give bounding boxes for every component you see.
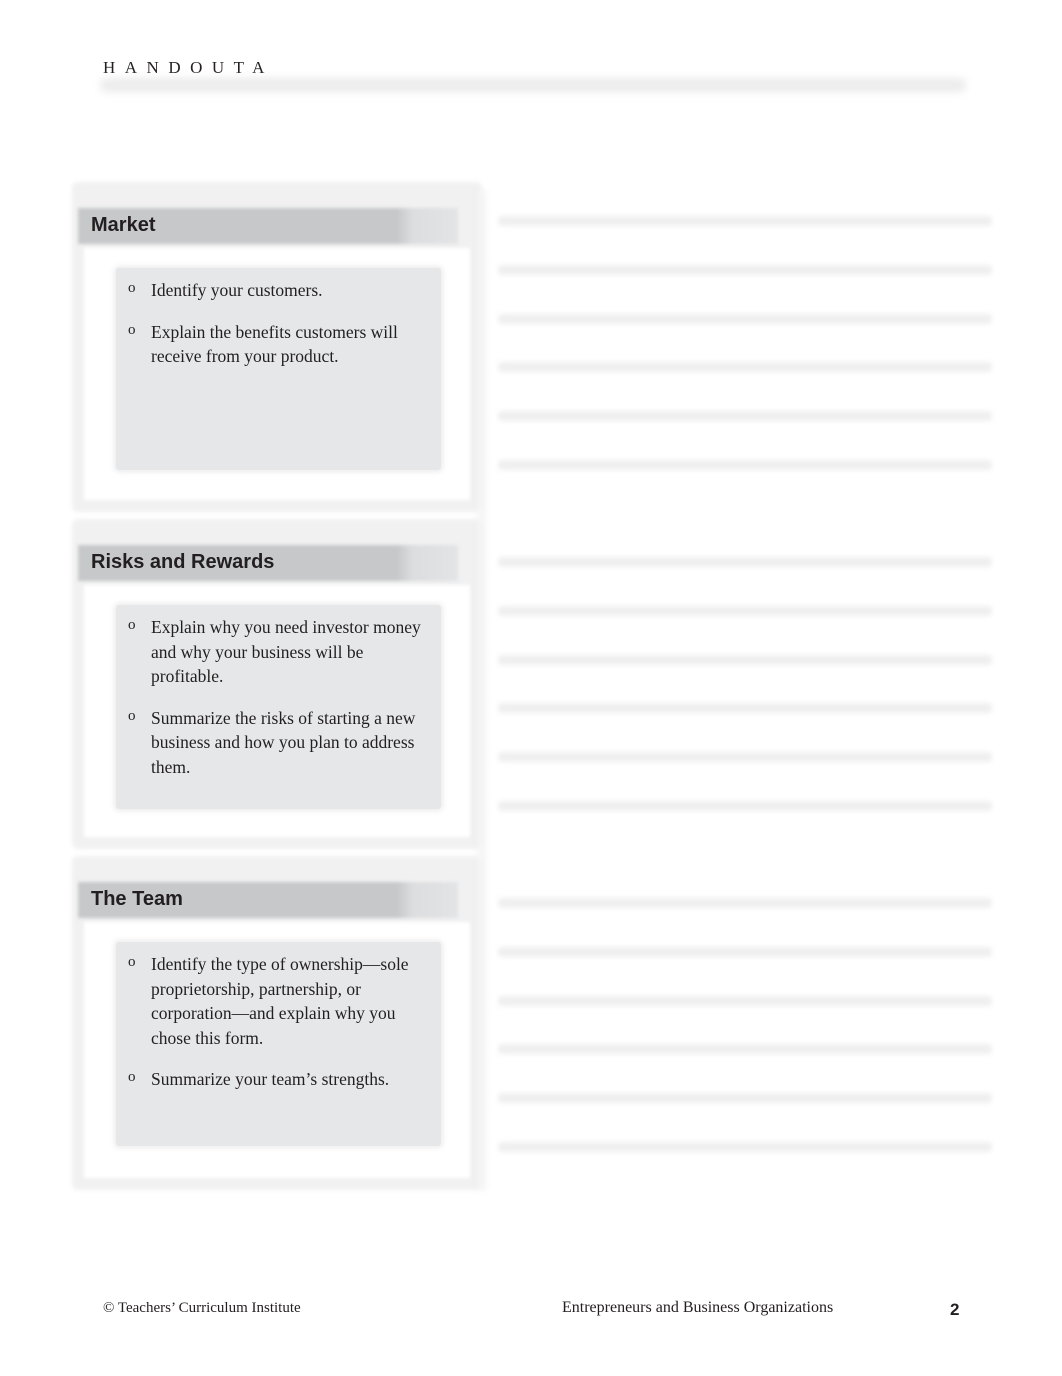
handout-label: HANDOUTA	[103, 58, 274, 77]
section-the-team: The Team o Identify the type of ownership…	[72, 856, 482, 1190]
writing-line[interactable]	[498, 1093, 992, 1104]
bullet-circle-icon: o	[128, 617, 136, 633]
bullet-item: o Summarize the risks of starting a new b…	[128, 706, 427, 780]
bullet-list: o Explain why you need investor money and…	[128, 615, 427, 796]
writing-line[interactable]	[498, 362, 992, 373]
section-risks-and-rewards: Risks and Rewards o Explain why you need …	[72, 519, 482, 849]
bullet-list: o Identify the type of ownership—sole pro…	[128, 952, 427, 1109]
section-title: The Team	[91, 888, 183, 910]
bullet-text: Explain why you need investor money and …	[151, 617, 421, 686]
bullet-text: Identify the type of ownership—sole prop…	[151, 954, 409, 1048]
writing-line[interactable]	[498, 654, 992, 665]
bullet-item: o Explain the benefits customers will rec…	[128, 320, 427, 369]
writing-line[interactable]	[498, 801, 992, 811]
writing-line[interactable]	[498, 411, 992, 422]
bullet-item: o Summarize your team’s strengths.	[128, 1067, 427, 1092]
bullet-item: o Explain why you need investor money and…	[128, 615, 427, 689]
bullet-circle-icon: o	[128, 707, 136, 724]
footer-copyright: © Teachers’ Curriculum Institute	[103, 1300, 301, 1316]
bullet-text: Summarize the risks of starting a new bu…	[151, 707, 416, 777]
writing-line[interactable]	[498, 946, 992, 957]
footer-page-number: 2	[950, 1300, 960, 1319]
footer-book-title: Entrepreneurs and Business Organizations	[562, 1299, 834, 1316]
bullet-circle-icon: o	[128, 280, 136, 296]
bullet-text: Identify your customers.	[151, 280, 323, 300]
writing-line[interactable]	[498, 460, 992, 470]
bullet-circle-icon: o	[128, 321, 136, 338]
writing-line[interactable]	[498, 1044, 992, 1055]
writing-line[interactable]	[498, 264, 992, 275]
header-rule	[100, 78, 966, 92]
writing-line[interactable]	[498, 1142, 992, 1152]
writing-line[interactable]	[498, 605, 992, 616]
bullet-text: Summarize your team’s strengths.	[151, 1069, 390, 1089]
section-market: Market o Identify your customers. o Explai…	[72, 182, 482, 512]
bullet-item: o Identify the type of ownership—sole pro…	[128, 952, 427, 1050]
column-divider	[478, 190, 486, 1190]
bullet-text: Explain the benefits customers will rece…	[151, 321, 398, 367]
prompt-box: o Explain why you need investor money and…	[116, 605, 441, 809]
prompt-box: o Identify the type of ownership—sole pro…	[116, 942, 441, 1146]
section-title: Risks and Rewards	[91, 551, 275, 573]
writing-line[interactable]	[498, 313, 992, 324]
writing-line[interactable]	[498, 216, 992, 226]
writing-line[interactable]	[498, 995, 992, 1006]
writing-line[interactable]	[498, 752, 992, 763]
section-title: Market	[91, 214, 156, 236]
bullet-item: o Identify your customers.	[128, 278, 427, 303]
writing-line[interactable]	[498, 703, 992, 714]
bullet-circle-icon: o	[128, 1069, 136, 1085]
bullet-circle-icon: o	[128, 954, 136, 970]
prompt-box: o Identify your customers. o Explain the b…	[116, 268, 441, 470]
bullet-list: o Identify your customers. o Explain the b…	[128, 278, 427, 386]
writing-line[interactable]	[498, 898, 992, 908]
writing-line[interactable]	[498, 557, 992, 567]
